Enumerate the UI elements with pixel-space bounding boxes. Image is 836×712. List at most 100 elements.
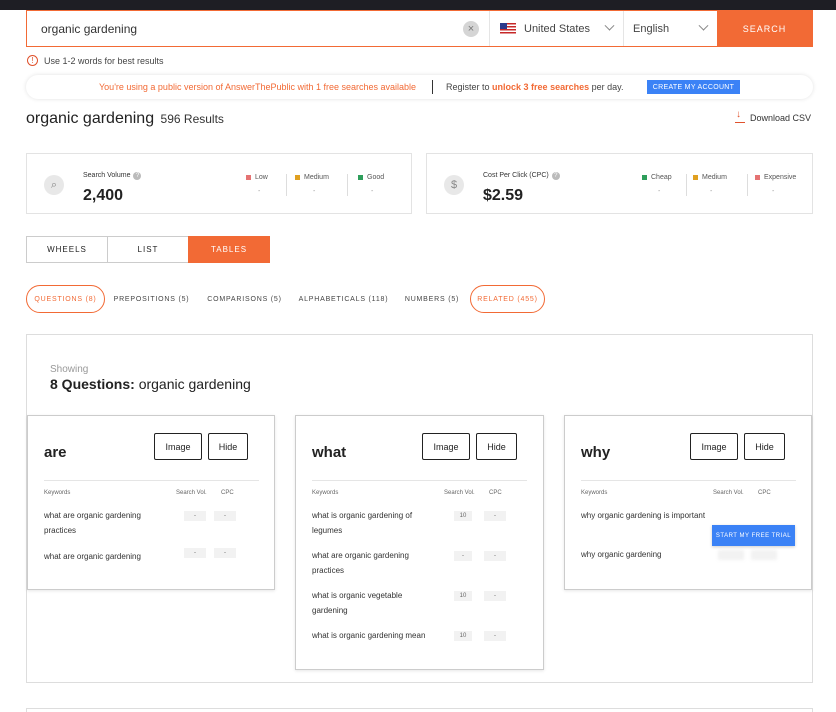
register-pre: Register to (446, 82, 490, 92)
country-value: United States (524, 22, 591, 35)
search-vol-header: Search Vol. (444, 490, 475, 496)
search-vol-value: - (184, 511, 206, 521)
cpc-value (751, 550, 777, 560)
keyword-text[interactable]: what is organic gardening mean (312, 628, 452, 643)
search-query[interactable]: organic gardening (41, 22, 463, 36)
cpc-value: - (214, 548, 236, 558)
level-label: Good (367, 174, 385, 181)
cpc-value: - (484, 551, 506, 561)
tab-tables[interactable]: TABLES (188, 236, 270, 263)
cpc-header: CPC (489, 490, 502, 496)
search-vol-value: 10 (454, 631, 472, 641)
level-expensive: Expensive (755, 174, 796, 181)
question-card-what: what Image Hide Keywords Search Vol. CPC… (295, 415, 544, 670)
tab-questions[interactable]: QUESTIONS (8) (26, 285, 105, 313)
divider (581, 480, 796, 481)
card-word: what (312, 444, 347, 461)
banner-divider (432, 80, 433, 94)
hint-text: Use 1-2 words for best results (44, 55, 164, 66)
image-button[interactable]: Image (154, 433, 202, 460)
start-free-trial-button[interactable]: START MY FREE TRIAL (712, 525, 795, 546)
search-vol-header: Search Vol. (176, 490, 207, 496)
divider (312, 480, 527, 481)
legend-swatch (246, 175, 251, 180)
tab-comparisons[interactable]: COMPARISONS (5) (203, 285, 286, 313)
search-vol-value: - (184, 548, 206, 558)
country-select[interactable]: United States (490, 11, 624, 46)
language-select[interactable]: English (624, 11, 717, 46)
help-icon[interactable]: ? (133, 172, 142, 180)
results-term: organic gardening (26, 110, 155, 127)
showing-title: 8 Questions: organic gardening (50, 376, 251, 392)
tab-related[interactable]: RELATED (455) (470, 285, 545, 313)
keyword-text[interactable]: what is organic gardening of legumes (312, 508, 437, 538)
search-volume-icon: ⌕ (44, 175, 64, 195)
search-volume-label: Search Volume? (83, 172, 142, 180)
download-icon (735, 109, 745, 123)
level-value: - (371, 188, 374, 195)
card-word: why (581, 444, 611, 461)
keywords-header: Keywords (581, 490, 608, 496)
search-vol-value: - (454, 551, 472, 561)
keyword-text[interactable]: what are organic gardening (44, 549, 169, 564)
hide-button[interactable]: Hide (744, 433, 785, 460)
tab-wheels[interactable]: WHEELS (26, 236, 108, 263)
search-volume-value: 2,400 (83, 187, 124, 204)
keywords-header: Keywords (312, 490, 339, 496)
level-value: - (772, 188, 775, 195)
question-card-why: why Image Hide Keywords Search Vol. CPC … (564, 415, 812, 590)
level-label: Medium (702, 174, 727, 181)
search-input[interactable]: organic gardening × (27, 11, 490, 46)
download-csv-link[interactable]: Download CSV (735, 109, 811, 123)
keyword-text[interactable]: why organic gardening is important (581, 508, 706, 523)
page-title: organic gardening 596 Results (26, 110, 224, 128)
keyword-text[interactable]: what are organic gardening practices (44, 508, 169, 538)
public-version-banner: You're using a public version of AnswerT… (26, 75, 813, 99)
divider (686, 174, 687, 196)
divider (747, 174, 748, 196)
keywords-header: Keywords (44, 490, 71, 496)
search-vol-value (718, 550, 744, 560)
tab-numbers[interactable]: NUMBERS (5) (402, 285, 462, 313)
search-vol-header: Search Vol. (713, 490, 744, 496)
hide-button[interactable]: Hide (476, 433, 517, 460)
search-hint: ! Use 1-2 words for best results (27, 55, 164, 66)
search-volume-label-text: Search Volume (83, 172, 131, 179)
cpc-value: $2.59 (483, 187, 524, 204)
top-bar (0, 0, 836, 10)
image-button[interactable]: Image (690, 433, 738, 460)
banner-public-text: You're using a public version of AnswerT… (99, 82, 417, 92)
clear-icon[interactable]: × (463, 20, 479, 37)
tab-alphabeticals[interactable]: ALPHABETICALS (118) (298, 285, 389, 313)
create-account-button[interactable]: CREATE MY ACCOUNT (647, 80, 740, 94)
level-label: Expensive (764, 174, 797, 181)
cpc-value: - (484, 591, 506, 601)
card-word: are (44, 444, 67, 461)
keyword-text[interactable]: what are organic gardening practices (312, 548, 437, 578)
banner-register-text: Register to unlock 3 free searches per d… (446, 82, 623, 92)
level-label: Cheap (651, 174, 672, 181)
cpc-value: - (214, 511, 236, 521)
keyword-text[interactable]: why organic gardening (581, 547, 706, 562)
search-vol-value: 10 (454, 591, 472, 601)
help-icon[interactable]: ? (551, 172, 560, 180)
level-value: - (313, 188, 316, 195)
cpc-header: CPC (221, 490, 234, 496)
level-cheap: Cheap (642, 174, 672, 181)
chevron-down-icon (698, 20, 709, 31)
tab-prepositions[interactable]: PREPOSITIONS (5) (113, 285, 190, 313)
image-button[interactable]: Image (422, 433, 470, 460)
hide-button[interactable]: Hide (208, 433, 248, 460)
search-bar: organic gardening × United States Englis… (26, 10, 813, 47)
view-tabs: WHEELS LIST TABLES (26, 236, 270, 263)
search-button[interactable]: SEARCH (717, 11, 812, 46)
tab-list[interactable]: LIST (107, 236, 189, 263)
legend-swatch (755, 175, 760, 180)
level-value: - (258, 188, 261, 195)
level-value: - (658, 188, 661, 195)
keyword-text[interactable]: what is organic vegetable gardening (312, 588, 437, 618)
showing-count: 8 Questions: (50, 376, 135, 392)
legend-swatch (358, 175, 363, 180)
cpc-label-text: Cost Per Click (CPC) (483, 172, 549, 179)
level-medium: Medium (693, 174, 727, 181)
